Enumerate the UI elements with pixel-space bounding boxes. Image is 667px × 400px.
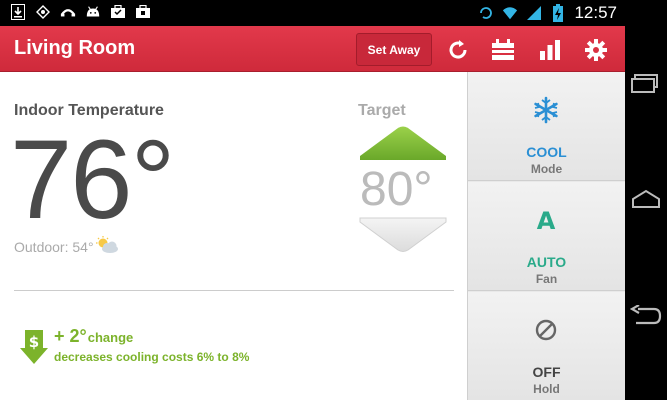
fan-label: Fan	[535, 272, 558, 286]
change-word: change	[87, 330, 134, 345]
gps-icon	[35, 4, 51, 20]
back-icon[interactable]	[630, 300, 662, 332]
voicemail-icon	[60, 4, 76, 20]
briefcase-icon	[135, 4, 151, 20]
fan-value: AUTO	[526, 254, 567, 270]
briefcase-icon	[110, 4, 126, 20]
hold-button[interactable]: OFF Hold	[468, 292, 625, 400]
partly-cloudy-icon	[94, 236, 120, 257]
mode-value: COOL	[526, 144, 567, 160]
mode-label: Mode	[530, 162, 563, 176]
savings-message: decreases cooling costs 6% to 8%	[54, 350, 250, 364]
savings-dollar-arrow-icon: $	[20, 330, 48, 364]
page-title: Living Room	[14, 37, 136, 59]
auto-a-icon: A	[530, 204, 562, 236]
outdoor-temperature-value: Outdoor: 54°	[14, 238, 94, 255]
set-away-button[interactable]: Set Away	[356, 33, 432, 66]
divider	[14, 290, 454, 291]
status-bar: 12:57	[0, 0, 625, 26]
decrease-target-button[interactable]	[358, 217, 448, 253]
download-icon	[10, 4, 26, 20]
savings-change: + 2° change	[54, 326, 133, 347]
settings-icon[interactable]	[583, 37, 609, 63]
android-icon	[85, 4, 101, 20]
no-hold-icon	[530, 314, 562, 346]
svg-text:A: A	[537, 207, 556, 233]
schedule-icon[interactable]	[490, 37, 516, 63]
energy-chart-icon[interactable]	[537, 37, 563, 63]
recent-apps-icon[interactable]	[630, 68, 662, 100]
svg-text:$: $	[29, 333, 39, 351]
increase-target-button[interactable]	[358, 126, 448, 161]
wifi-icon	[502, 5, 518, 21]
thermostat-panel: Indoor Temperature 76° Outdoor: 54° Targ…	[0, 72, 467, 400]
rotation-icon	[478, 5, 494, 21]
outdoor-temperature: Outdoor: 54°	[14, 236, 120, 257]
target-label: Target	[358, 102, 406, 119]
system-nav-bar	[625, 0, 667, 400]
change-amount: + 2°	[54, 326, 87, 346]
battery-icon	[550, 4, 566, 22]
app-bar: Living Room Set Away	[0, 26, 625, 72]
indoor-temperature-value: 76°	[10, 117, 175, 242]
refresh-icon[interactable]	[445, 37, 471, 63]
hold-value: OFF	[532, 364, 561, 380]
mode-button[interactable]: COOL Mode	[468, 72, 625, 181]
fan-button[interactable]: A AUTO Fan	[468, 182, 625, 291]
mode-panel: COOL Mode A AUTO Fan OFF Hold	[467, 72, 625, 400]
snowflake-icon	[530, 94, 562, 126]
target-temperature-value: 80°	[360, 163, 433, 216]
hold-label: Hold	[533, 382, 560, 396]
clock: 12:57	[574, 3, 617, 22]
home-icon[interactable]	[630, 183, 662, 215]
signal-icon	[526, 5, 542, 21]
